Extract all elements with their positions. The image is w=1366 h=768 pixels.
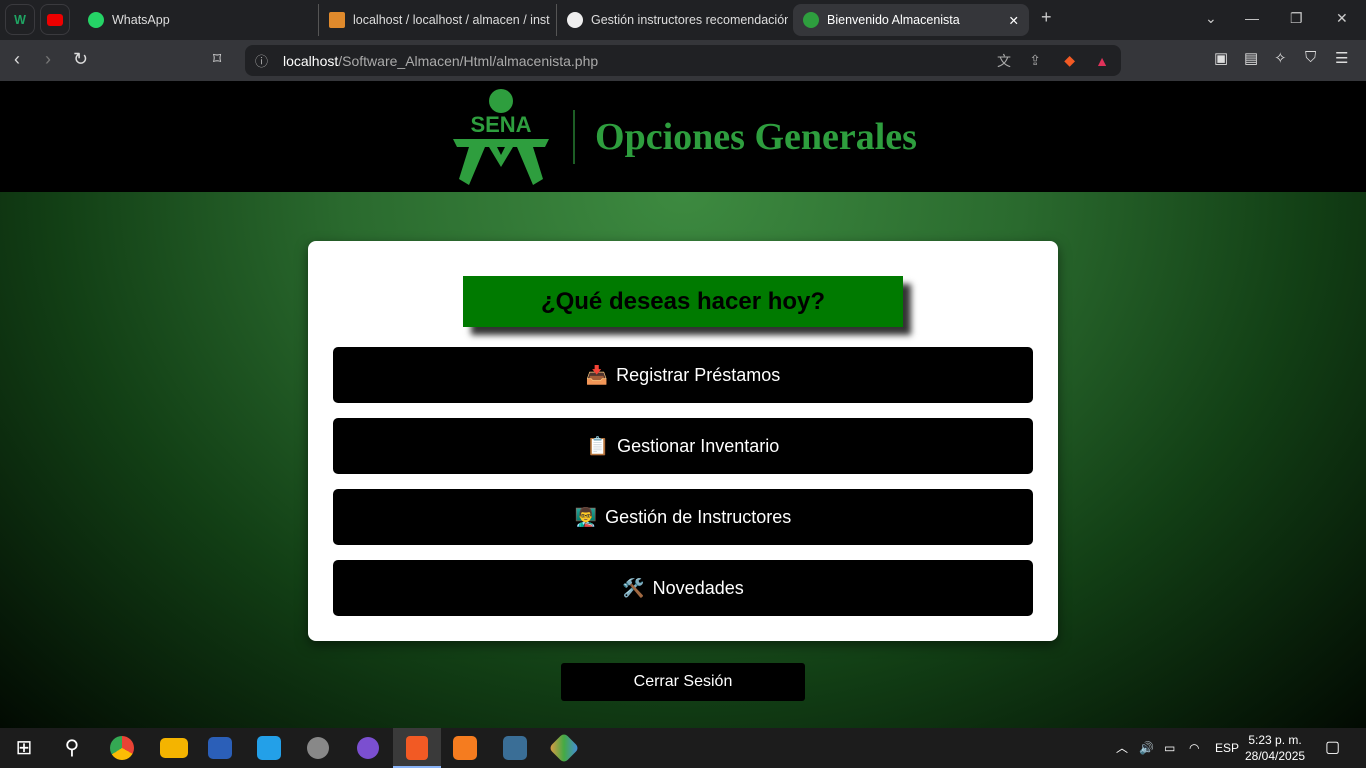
question-heading: ¿Qué deseas hacer hoy? — [463, 276, 903, 327]
phpmyadmin-icon — [329, 12, 345, 28]
clock[interactable]: 5:23 p. m. 28/04/2025 — [1245, 732, 1305, 764]
tab-whatsapp[interactable]: WhatsApp — [78, 4, 308, 36]
back-icon[interactable]: ‹ — [14, 49, 20, 70]
brave-taskbar-icon[interactable] — [393, 728, 441, 768]
gestion-instructores-button[interactable]: 👨‍🏫 Gestión de Instructores — [333, 489, 1033, 545]
word-icon[interactable] — [208, 737, 232, 759]
tools-icon: 🛠️ — [622, 577, 645, 598]
brave-shields-icon[interactable]: ◆ — [1064, 52, 1075, 69]
unity-icon[interactable] — [307, 737, 329, 759]
maximize-button[interactable]: ❐ — [1290, 10, 1303, 27]
page-header: SENA Opciones Generales — [0, 81, 1366, 192]
wallet-icon[interactable]: ▤ — [1244, 49, 1258, 67]
logout-button[interactable]: Cerrar Sesión — [561, 663, 805, 701]
gestionar-inventario-button[interactable]: 📋 Gestionar Inventario — [333, 418, 1033, 474]
registrar-prestamos-button[interactable]: 📥 Registrar Préstamos — [333, 347, 1033, 403]
reload-icon[interactable]: ↻ — [73, 49, 88, 70]
sena-logo: SENA — [453, 88, 550, 185]
github-desktop-icon[interactable] — [357, 737, 379, 759]
header-divider — [573, 109, 576, 164]
close-tab-icon[interactable]: ✕ — [1009, 13, 1019, 28]
mysql-workbench-icon[interactable] — [503, 736, 527, 760]
tab-search-chevron-icon[interactable]: ⌄ — [1205, 10, 1217, 27]
wifi-icon[interactable]: ◠ — [1189, 728, 1199, 768]
address-bar-row: ‹ › ↻ ⌑ ⓘ localhost/Software_Almacen/Htm… — [0, 40, 1366, 81]
file-explorer-icon[interactable] — [160, 738, 188, 758]
browser-tab-bar: W WhatsApp localhost / localhost / almac… — [0, 0, 1366, 40]
chrome-icon[interactable] — [110, 736, 134, 760]
whatsapp-icon — [88, 12, 104, 28]
site-info-icon[interactable]: ⓘ — [255, 51, 268, 70]
inbox-tray-icon: 📥 — [585, 364, 609, 385]
windows-start-icon[interactable]: ⊞ — [10, 734, 38, 762]
leo-ai-icon[interactable]: ✧ — [1274, 49, 1287, 67]
xampp-icon[interactable] — [453, 736, 477, 760]
forward-icon[interactable]: › — [45, 49, 51, 70]
tab-phpmyadmin[interactable]: localhost / localhost / almacen / inst — [318, 4, 550, 36]
new-tab-button[interactable]: + — [1041, 7, 1052, 28]
sena-icon — [803, 12, 819, 28]
svg-text:SENA: SENA — [470, 112, 531, 137]
clipboard-icon: 📋 — [586, 435, 610, 456]
volume-icon[interactable]: 🔊 — [1139, 728, 1154, 768]
show-hidden-icons[interactable]: ︿ — [1116, 728, 1128, 768]
tab-gestion-instructores[interactable]: Gestión instructores recomendación — [556, 4, 788, 36]
menu-icon[interactable]: ☰ — [1335, 49, 1348, 67]
options-card: ¿Qué deseas hacer hoy? 📥 Registrar Présta… — [308, 241, 1058, 641]
search-icon[interactable]: ⚲ — [58, 734, 86, 762]
taskbar: ⊞ ⚲ ︿ 🔊 ▭ ◠ ESP 5:23 p. m. 28/04/2025 ▢ — [0, 728, 1366, 768]
sidebar-icon[interactable]: ▣ — [1214, 49, 1228, 67]
battery-icon[interactable]: ▭ — [1164, 728, 1175, 768]
pinned-tab-w3schools[interactable]: W — [5, 4, 35, 35]
close-window-button[interactable]: ✕ — [1336, 10, 1348, 27]
tab-bienvenido-almacenista[interactable]: Bienvenido Almacenista ✕ — [793, 4, 1029, 36]
vpn-icon[interactable]: ⛉ — [1305, 49, 1316, 66]
novedades-button[interactable]: 🛠️ Novedades — [333, 560, 1033, 616]
language-indicator[interactable]: ESP — [1215, 728, 1239, 768]
url-input[interactable]: ⓘ localhost/Software_Almacen/Html/almace… — [245, 45, 1121, 76]
main-area: ¿Qué deseas hacer hoy? 📥 Registrar Présta… — [0, 192, 1366, 728]
vscode-icon[interactable] — [257, 736, 281, 760]
translate-icon[interactable]: 文 — [997, 51, 1011, 71]
chatgpt-icon — [567, 12, 583, 28]
pinned-tab-youtube[interactable] — [40, 4, 70, 35]
notifications-icon[interactable]: ▢ — [1325, 728, 1340, 768]
brave-rewards-icon[interactable]: ▲ — [1095, 53, 1109, 69]
bookmark-icon[interactable]: ⌑ — [213, 49, 221, 69]
page-title: Opciones Generales — [595, 115, 917, 158]
teacher-icon: 👨‍🏫 — [574, 506, 598, 527]
git-icon[interactable] — [548, 732, 580, 764]
share-icon[interactable]: ⇪ — [1029, 52, 1041, 69]
minimize-button[interactable]: — — [1245, 10, 1259, 26]
